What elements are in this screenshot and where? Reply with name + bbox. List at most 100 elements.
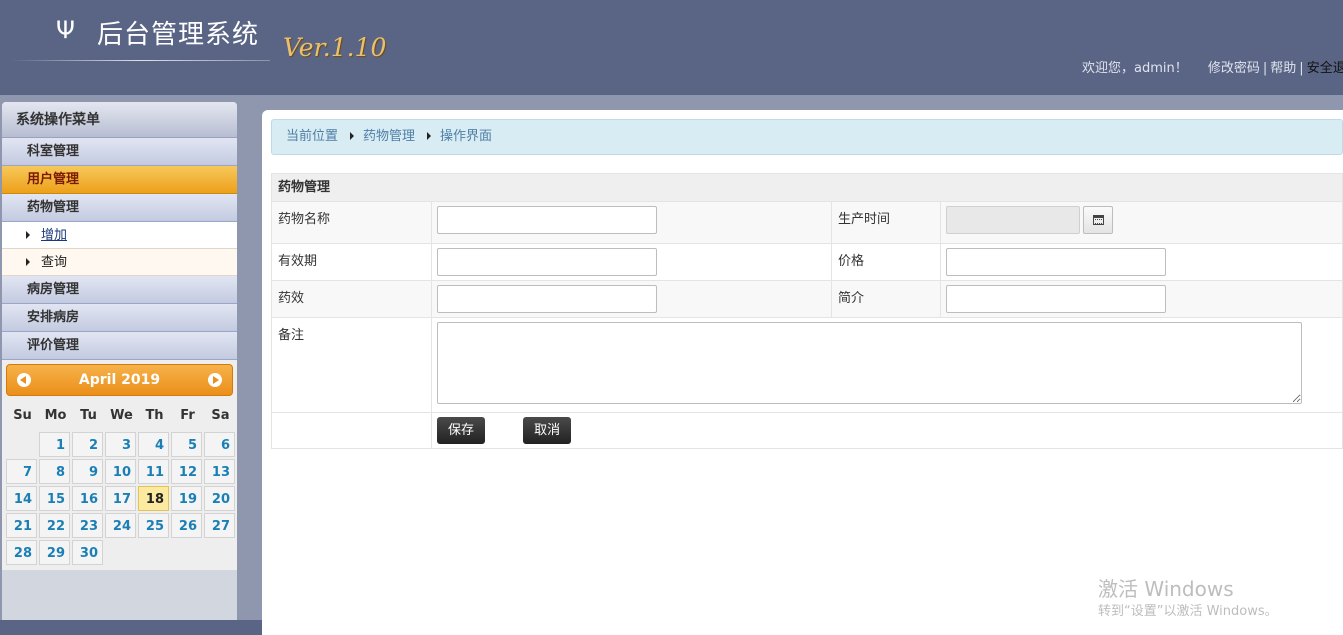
effect-label: 药效 bbox=[271, 280, 432, 318]
activation-watermark-subtitle: 转到“设置”以激活 Windows。 bbox=[1098, 604, 1278, 619]
expiry-input[interactable] bbox=[437, 248, 657, 276]
sidebar-subitem-add-label[interactable]: 增加 bbox=[41, 228, 67, 243]
calendar-day[interactable]: 13 bbox=[204, 459, 235, 484]
breadcrumb-arrow-icon bbox=[427, 131, 432, 140]
expiry-label: 有效期 bbox=[271, 243, 432, 281]
price-label: 价格 bbox=[831, 243, 941, 281]
sidebar-item-arrange-ward[interactable]: 安排病房 bbox=[2, 304, 237, 332]
sidebar-subitem-query[interactable]: 查询 bbox=[2, 249, 237, 276]
calendar-day[interactable]: 15 bbox=[39, 486, 70, 511]
calendar-day[interactable]: 22 bbox=[39, 513, 70, 538]
calendar-day[interactable]: 5 bbox=[171, 432, 202, 457]
sidebar-item-users[interactable]: 用户管理 bbox=[2, 166, 237, 194]
calendar-day[interactable]: 17 bbox=[105, 486, 136, 511]
calendar-weekday: We bbox=[110, 408, 133, 423]
save-button[interactable]: 保存 bbox=[437, 417, 486, 444]
calendar-day[interactable]: 25 bbox=[138, 513, 169, 538]
calendar-header: April 2019 bbox=[6, 364, 233, 396]
date-picker-button[interactable] bbox=[1083, 206, 1113, 234]
remark-textarea[interactable] bbox=[437, 322, 1302, 404]
calendar-day[interactable]: 29 bbox=[39, 540, 70, 565]
calendar-day[interactable]: 16 bbox=[72, 486, 103, 511]
sidebar: 系统操作菜单 科室管理 用户管理 药物管理 增加 查询 病房管理 安排病房 评价… bbox=[2, 102, 237, 620]
calendar-day[interactable]: 11 bbox=[138, 459, 169, 484]
title-underline bbox=[10, 60, 270, 61]
footer-bar bbox=[0, 620, 262, 635]
calendar-day[interactable]: 20 bbox=[204, 486, 235, 511]
triangle-right-icon bbox=[26, 230, 30, 239]
intro-input[interactable] bbox=[946, 285, 1166, 313]
calendar-day[interactable]: 28 bbox=[6, 540, 37, 565]
price-cell bbox=[940, 243, 1343, 281]
calendar-empty-cell bbox=[6, 432, 37, 457]
calendar-day[interactable]: 23 bbox=[72, 513, 103, 538]
calendar-day[interactable]: 8 bbox=[39, 459, 70, 484]
production-cell bbox=[940, 201, 1343, 244]
breadcrumb-item: 操作界面 bbox=[440, 129, 493, 144]
calendar-day[interactable]: 12 bbox=[171, 459, 202, 484]
calendar-day[interactable]: 26 bbox=[171, 513, 202, 538]
calendar-day[interactable]: 14 bbox=[6, 486, 37, 511]
effect-input[interactable] bbox=[437, 285, 657, 313]
calendar-day[interactable]: 21 bbox=[6, 513, 37, 538]
link-separator: | bbox=[1299, 61, 1304, 76]
calendar-day[interactable]: 10 bbox=[105, 459, 136, 484]
sidebar-item-medicine[interactable]: 药物管理 bbox=[2, 194, 237, 222]
calendar-day[interactable]: 3 bbox=[105, 432, 136, 457]
calendar-weekday: Sa bbox=[211, 408, 230, 423]
medicine-form: 药物管理 药物名称 生产时间 有效期 价格 药效 简介 备注 保存 取消 bbox=[271, 173, 1343, 449]
calendar-day[interactable]: 4 bbox=[138, 432, 169, 457]
medicine-name-input[interactable] bbox=[437, 206, 657, 234]
name-label: 药物名称 bbox=[271, 201, 432, 244]
expiry-cell bbox=[431, 243, 832, 281]
breadcrumb-item[interactable]: 药物管理 bbox=[363, 129, 415, 144]
calendar-day[interactable]: 27 bbox=[204, 513, 235, 538]
calendar: April 2019 Su Mo Tu We Th Fr Sa 1 2 3 4 5 6 7 8 9 10 11 1… bbox=[2, 360, 237, 570]
breadcrumb-arrow-icon bbox=[350, 131, 355, 140]
logo-icon: Ψ bbox=[56, 16, 75, 44]
cancel-button[interactable]: 取消 bbox=[523, 417, 572, 444]
calendar-month-label: April 2019 bbox=[78, 372, 161, 388]
sidebar-item-department[interactable]: 科室管理 bbox=[2, 138, 237, 166]
calendar-weekdays: Su Mo Tu We Th Fr Sa bbox=[6, 405, 233, 427]
calendar-prev-icon[interactable] bbox=[17, 373, 31, 387]
production-date-input[interactable] bbox=[946, 206, 1080, 234]
price-input[interactable] bbox=[946, 248, 1166, 276]
calendar-day[interactable]: 24 bbox=[105, 513, 136, 538]
breadcrumb: 当前位置 药物管理 操作界面 bbox=[271, 119, 1343, 155]
calendar-day[interactable]: 1 bbox=[39, 432, 70, 457]
sidebar-title: 系统操作菜单 bbox=[2, 102, 237, 138]
calendar-day[interactable]: 30 bbox=[72, 540, 103, 565]
help-link[interactable]: 帮助 bbox=[1270, 61, 1296, 76]
button-row-spacer bbox=[271, 412, 432, 449]
calendar-day[interactable]: 6 bbox=[204, 432, 235, 457]
calendar-weekday: Tu bbox=[80, 408, 97, 423]
sidebar-subitem-query-label: 查询 bbox=[41, 255, 68, 270]
calendar-weekday: Su bbox=[13, 408, 32, 423]
calendar-day-today[interactable]: 18 bbox=[138, 486, 169, 511]
version-label: Ver.1.10 bbox=[283, 33, 387, 62]
calendar-day[interactable]: 9 bbox=[72, 459, 103, 484]
name-cell bbox=[431, 201, 832, 244]
button-row: 保存 取消 bbox=[431, 412, 1343, 449]
remark-cell bbox=[431, 317, 1343, 413]
calendar-icon bbox=[1093, 215, 1104, 225]
intro-label: 简介 bbox=[831, 280, 941, 318]
top-links: 欢迎您，admin！ 修改密码|帮助|安全退出 bbox=[1082, 57, 1343, 76]
calendar-day[interactable]: 7 bbox=[6, 459, 37, 484]
activation-watermark-title: 激活 Windows bbox=[1098, 577, 1234, 601]
intro-cell bbox=[940, 280, 1343, 318]
calendar-weekday: Th bbox=[145, 408, 164, 423]
logout-link[interactable]: 安全退出 bbox=[1307, 61, 1343, 76]
calendar-day[interactable]: 19 bbox=[171, 486, 202, 511]
calendar-next-icon[interactable] bbox=[208, 373, 222, 387]
app-header: Ψ 后台管理系统 Ver.1.10 欢迎您，admin！ 修改密码 | 帮助 | 安全退… bbox=[0, 0, 1343, 95]
sidebar-subitem-add[interactable]: 增加 bbox=[2, 222, 237, 249]
change-password-link[interactable]: 修改密码 bbox=[1208, 61, 1260, 76]
form-caption: 药物管理 bbox=[271, 173, 1343, 202]
sidebar-item-evaluation[interactable]: 评价管理 bbox=[2, 332, 237, 360]
production-label: 生产时间 bbox=[831, 201, 941, 244]
link-separator: | bbox=[1262, 61, 1268, 76]
calendar-day[interactable]: 2 bbox=[72, 432, 103, 457]
sidebar-item-ward[interactable]: 病房管理 bbox=[2, 276, 237, 304]
